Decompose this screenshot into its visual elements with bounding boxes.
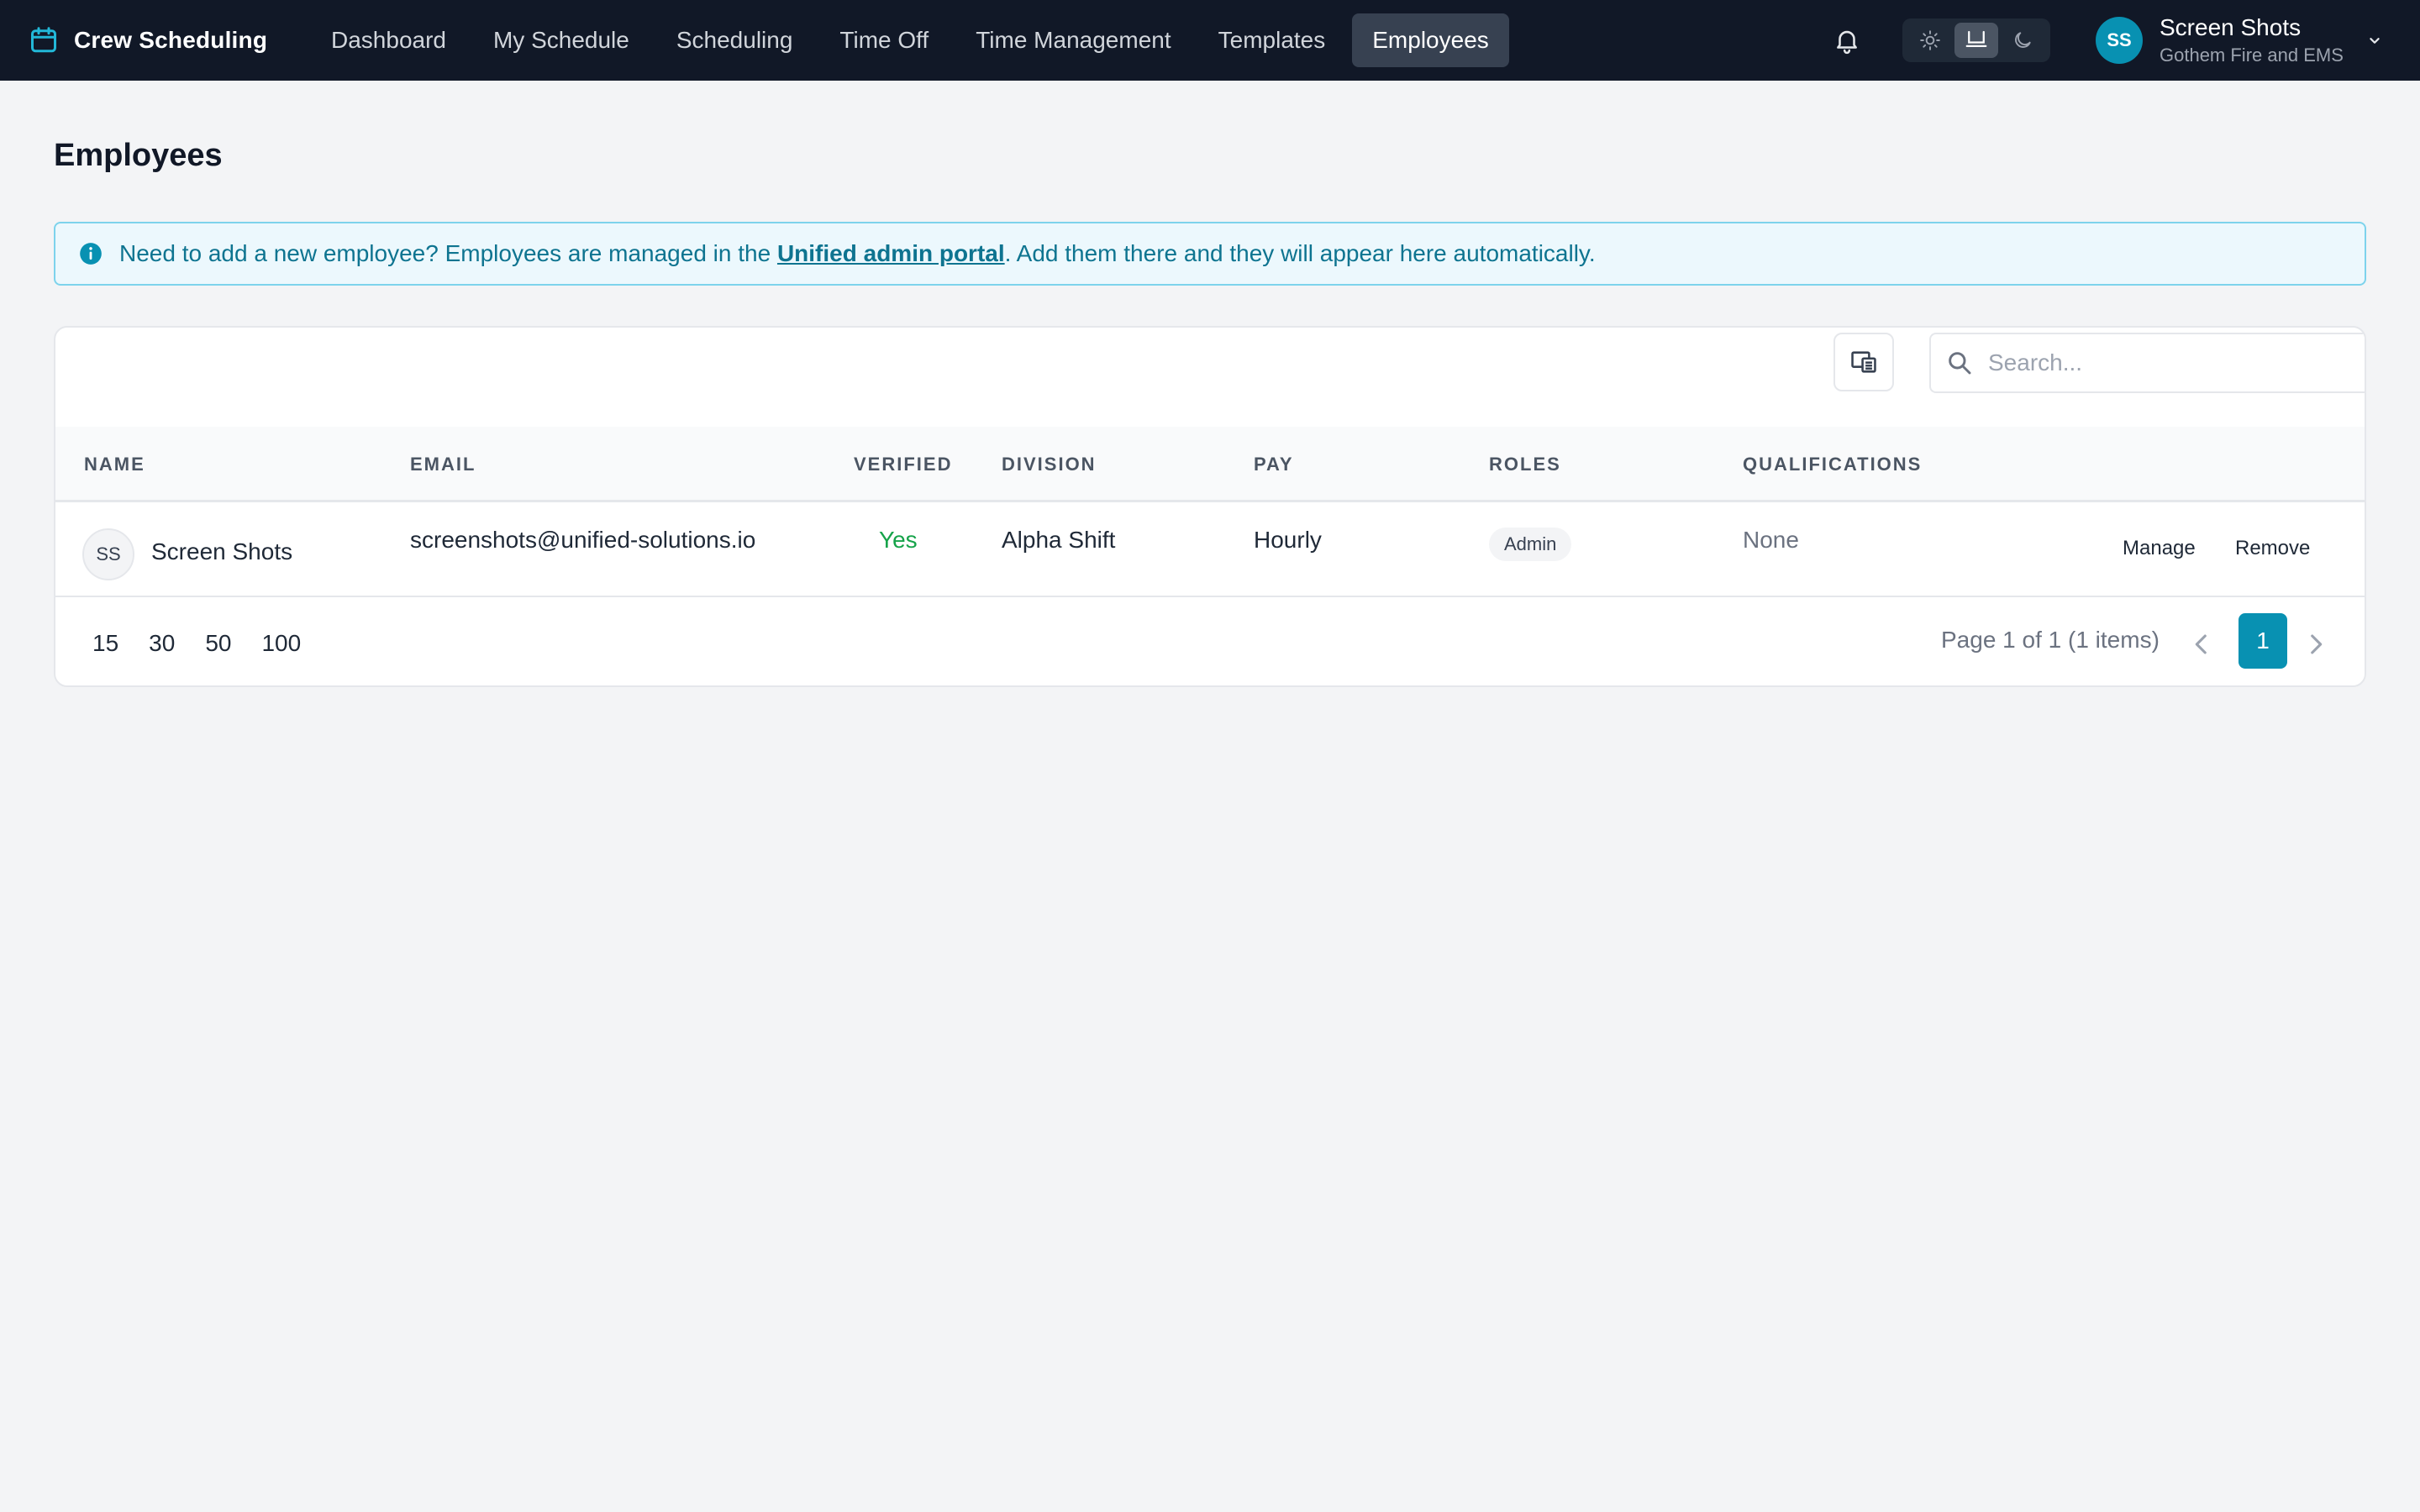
system-theme-button[interactable] [1954,23,1998,58]
moon-icon [2014,32,2031,48]
brand[interactable]: Crew Scheduling [29,0,267,81]
nav-item-templates[interactable]: Templates [1198,13,1346,67]
info-banner-text: Need to add a new employee? Employees ar… [119,240,1596,267]
info-banner: Need to add a new employee? Employees ar… [54,222,2366,286]
page-size-15[interactable]: 15 [81,627,130,660]
page-size-50[interactable]: 50 [193,627,243,660]
table-header: NAME EMAIL VERIFIED DIVISION PAY ROLES Q… [55,427,2365,502]
nav-item-employees[interactable]: Employees [1352,13,1509,67]
nav-item-time-off[interactable]: Time Off [819,13,949,67]
employee-email: screenshots@unified-solutions.io [410,527,756,553]
info-icon [80,243,102,265]
nav-item-my-schedule[interactable]: My Schedule [473,13,650,67]
page-size-selector: 15 30 50 100 [81,627,313,660]
column-chooser-button[interactable] [1833,333,1894,391]
light-theme-button[interactable] [1908,23,1952,58]
unified-admin-portal-link[interactable]: Unified admin portal [777,240,1005,266]
dark-theme-button[interactable] [2001,23,2044,58]
chevron-right-icon [2311,634,2323,654]
employee-qualifications: None [1743,527,1799,553]
chevron-left-icon [2195,634,2207,654]
column-header-verified[interactable]: VERIFIED [854,427,952,502]
employees-table-card: NAME EMAIL VERIFIED DIVISION PAY ROLES Q… [54,326,2366,687]
page-size-30[interactable]: 30 [137,627,187,660]
top-navbar: Crew Scheduling Dashboard My Schedule Sc… [0,0,2420,81]
next-page-button[interactable] [2299,623,2333,665]
search-input[interactable] [1988,349,2341,376]
user-name: Screen Shots [2160,14,2302,40]
column-header-division[interactable]: DIVISION [1002,427,1097,502]
monitor-icon [1965,30,1987,47]
column-chooser-icon [1851,351,1876,373]
notifications-button[interactable] [1830,24,1864,57]
app-name: Crew Scheduling [74,27,268,53]
employee-avatar: SS [82,528,134,580]
user-org: Gothem Fire and EMS [2160,45,2344,66]
main-nav: Dashboard My Schedule Scheduling Time Of… [311,13,1509,67]
nav-item-dashboard[interactable]: Dashboard [311,13,466,67]
employee-division: Alpha Shift [1002,527,1116,553]
info-banner-text-before: Need to add a new employee? Employees ar… [119,240,777,266]
column-header-pay[interactable]: PAY [1254,427,1294,502]
user-menu[interactable]: SS Screen Shots Gothem Fire and EMS [2096,0,2384,81]
bell-icon [1837,30,1857,55]
column-header-name[interactable]: NAME [84,427,145,502]
info-banner-text-after: . Add them there and they will appear he… [1004,240,1596,266]
column-header-qualifications[interactable]: QUALIFICATIONS [1743,427,1922,502]
employee-verified: Yes [879,527,918,553]
column-header-email[interactable]: EMAIL [410,427,476,502]
search-box [1929,333,2365,393]
chevron-down-icon [2370,38,2380,44]
pagination-summary: Page 1 of 1 (1 items) [1941,627,2160,653]
table-row: SS Screen Shots screenshots@unified-solu… [55,505,2365,597]
user-avatar: SS [2096,17,2143,64]
column-header-roles[interactable]: ROLES [1489,427,1561,502]
nav-item-time-management[interactable]: Time Management [955,13,1191,67]
previous-page-button[interactable] [2185,623,2218,665]
sun-icon [1920,30,1941,50]
theme-toggle [1902,18,2050,62]
remove-button[interactable]: Remove [2235,537,2310,560]
user-info: Screen Shots Gothem Fire and EMS [2160,14,2344,66]
role-badge: Admin [1489,528,1572,561]
nav-item-scheduling[interactable]: Scheduling [656,13,813,67]
page-number-button[interactable]: 1 [2238,613,2287,669]
calendar-icon [31,27,56,53]
employee-name: Screen Shots [151,538,293,564]
page-size-100[interactable]: 100 [250,627,313,660]
search-icon [1949,352,1971,375]
manage-button[interactable]: Manage [2123,537,2196,560]
employee-pay: Hourly [1254,527,1322,553]
page-title: Employees [54,138,223,173]
